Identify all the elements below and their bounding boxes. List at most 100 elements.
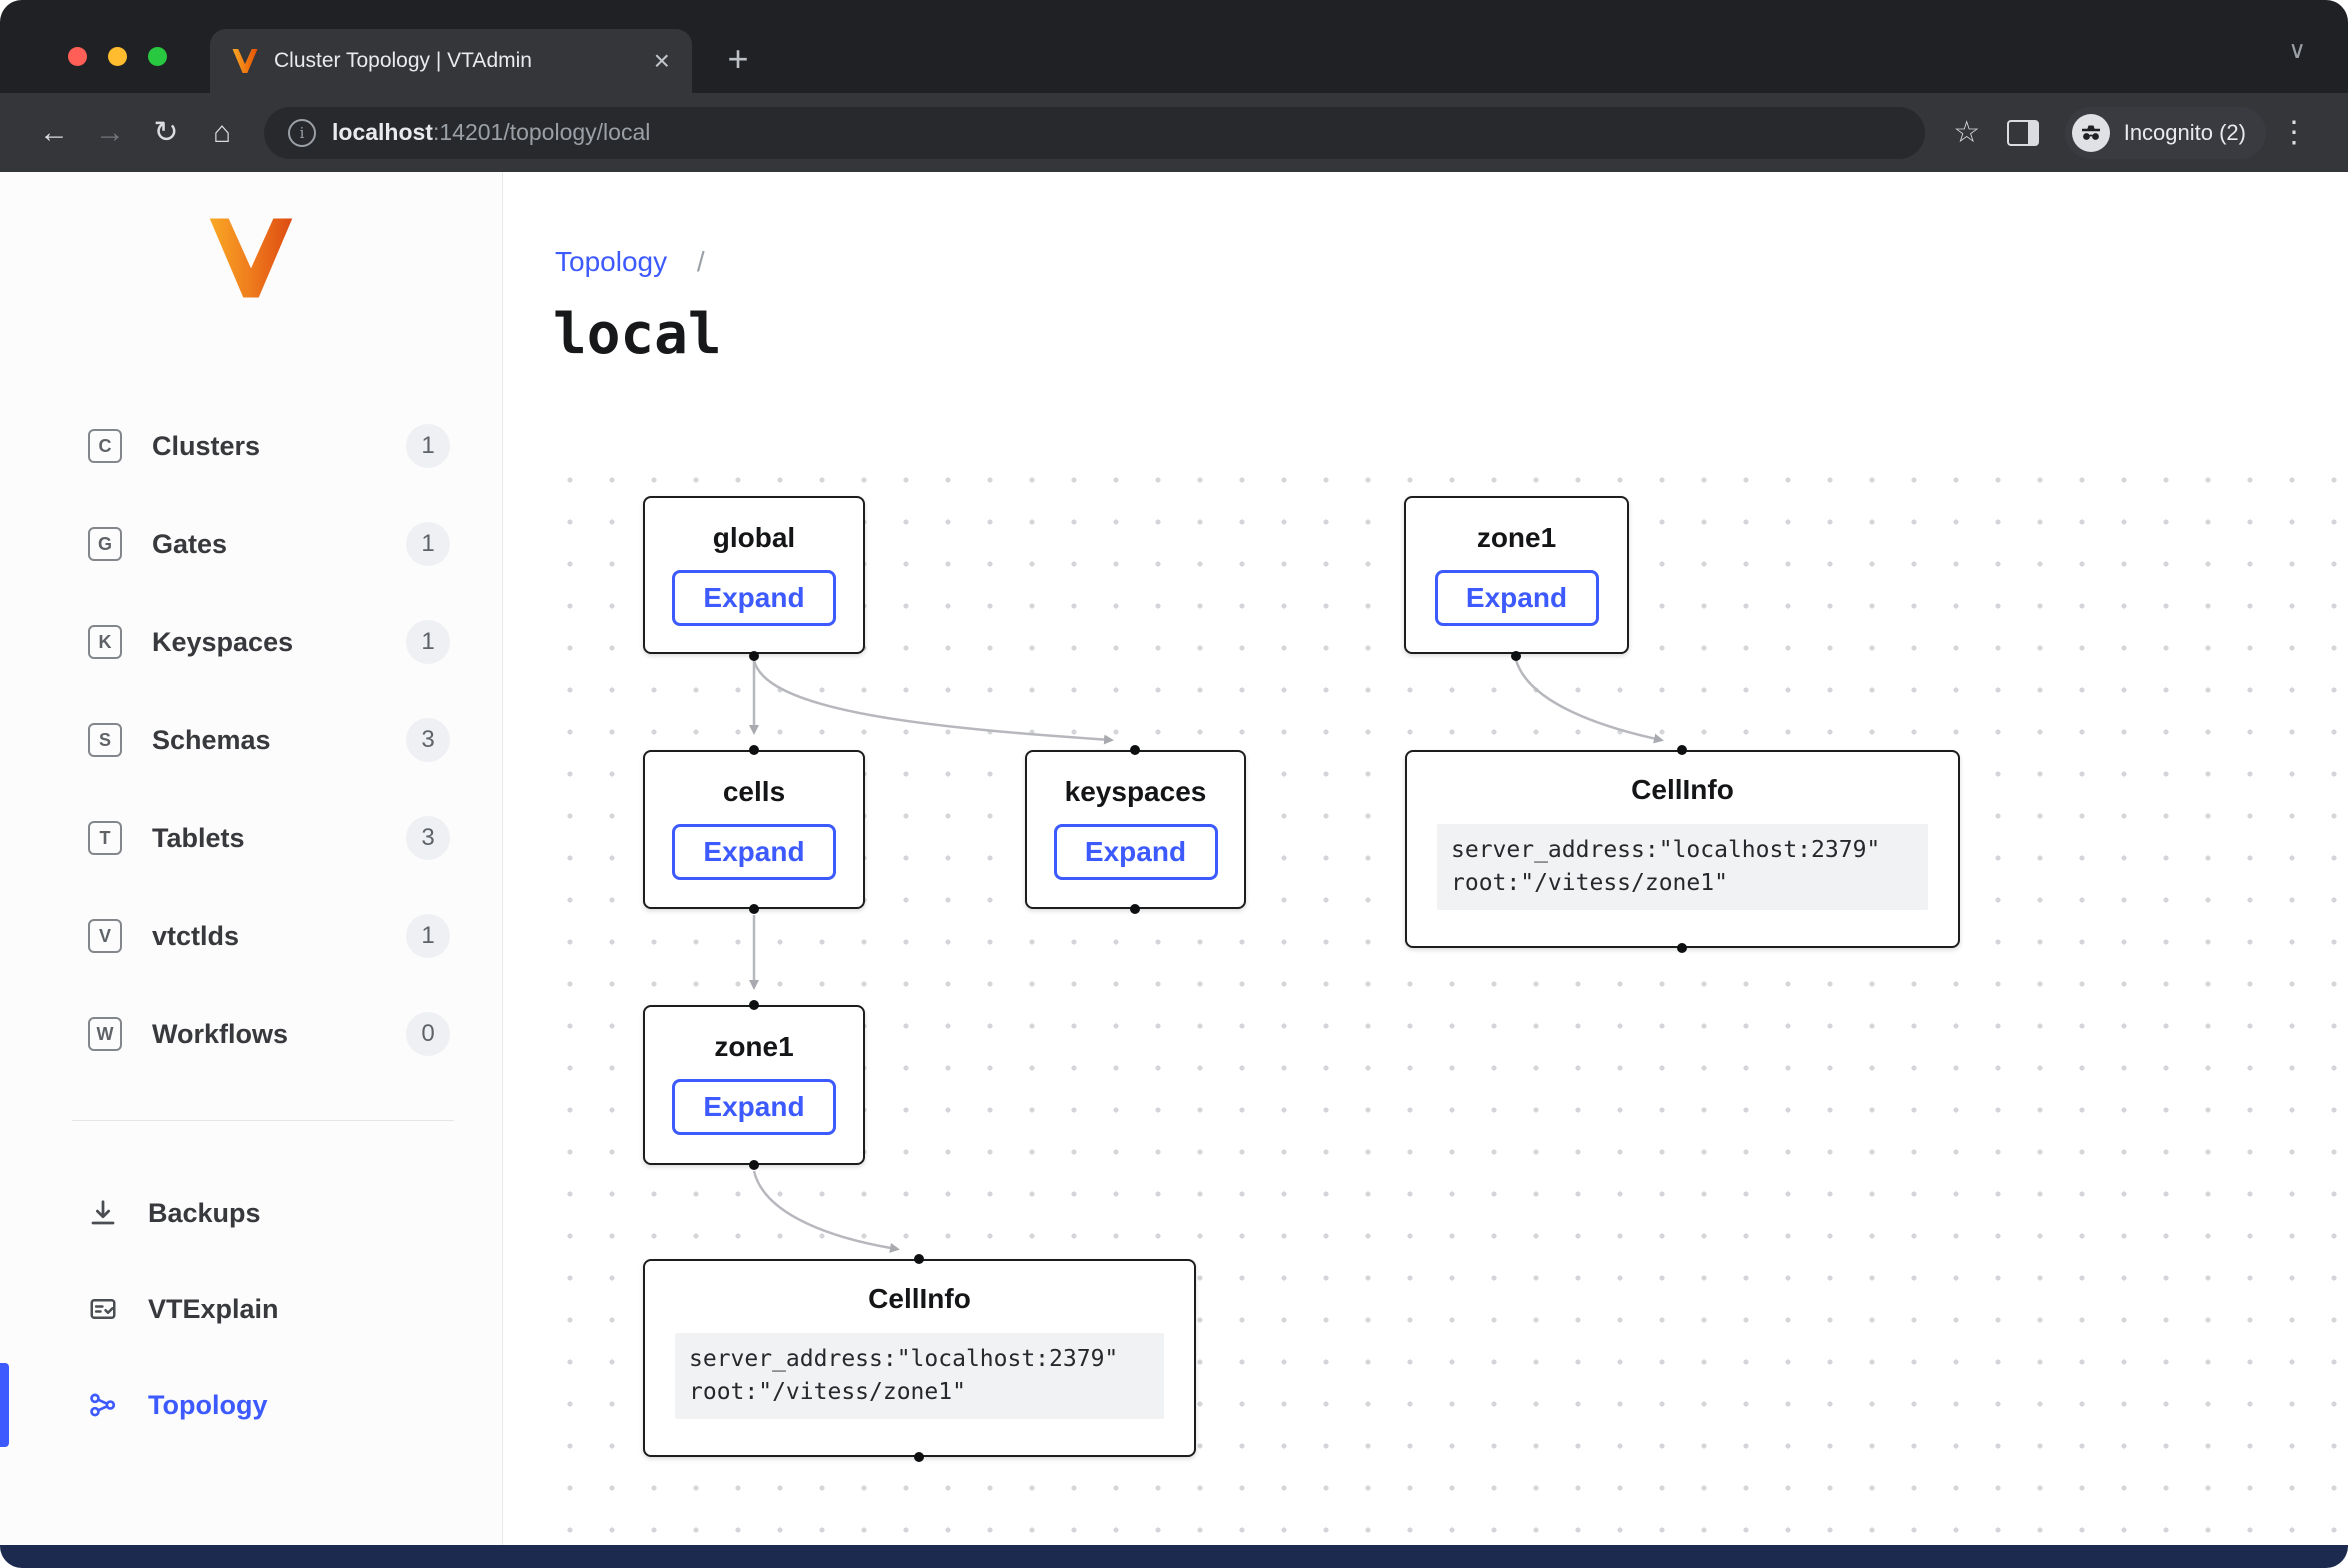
breadcrumb-separator: / xyxy=(697,246,705,277)
node-title: keyspaces xyxy=(1027,776,1244,808)
code-line: root:"/vitess/zone1" xyxy=(689,1379,966,1405)
node-title: zone1 xyxy=(645,1031,863,1063)
sidebar-item-label: Clusters xyxy=(152,431,260,462)
sidebar-divider xyxy=(72,1120,454,1121)
node-cells: cells Expand xyxy=(643,750,865,909)
count-badge: 0 xyxy=(406,1012,450,1056)
site-info-icon[interactable]: i xyxy=(288,119,316,147)
tab-strip: Cluster Topology | VTAdmin × + ∨ xyxy=(0,0,2348,93)
close-window-button[interactable] xyxy=(68,47,87,66)
tab-list-chevron-icon[interactable]: ∨ xyxy=(2288,36,2306,65)
sidebar-item-workflows[interactable]: W Workflows 0 xyxy=(0,985,502,1083)
browser-window: Cluster Topology | VTAdmin × + ∨ ← → ↻ ⌂… xyxy=(0,0,2348,1568)
incognito-icon xyxy=(2072,114,2110,152)
breadcrumb-topology-link[interactable]: Topology xyxy=(555,246,667,277)
sidebar-item-vtctlds[interactable]: V vtctlds 1 xyxy=(0,887,502,985)
expand-button-cells[interactable]: Expand xyxy=(672,824,836,880)
count-badge: 1 xyxy=(406,620,450,664)
expand-button-keyspaces[interactable]: Expand xyxy=(1054,824,1218,880)
sidebar-item-backups[interactable]: Backups xyxy=(0,1165,502,1261)
sidebar-item-label: Keyspaces xyxy=(152,627,293,658)
sidebar-item-label: Workflows xyxy=(152,1019,288,1050)
cellinfo-code: server_address:"localhost:2379" root:"/vi… xyxy=(1437,824,1928,910)
node-global: global Expand xyxy=(643,496,865,654)
tab-title: Cluster Topology | VTAdmin xyxy=(274,49,650,73)
node-title: cells xyxy=(645,776,863,808)
side-panel-icon[interactable] xyxy=(1995,105,2051,161)
url-host: localhost xyxy=(332,119,433,145)
reload-icon[interactable]: ↻ xyxy=(138,105,194,161)
incognito-badge[interactable]: Incognito (2) xyxy=(2065,107,2266,159)
bookmark-star-icon[interactable]: ☆ xyxy=(1939,105,1995,161)
code-line: server_address:"localhost:2379" xyxy=(1451,837,1880,863)
vitess-logo xyxy=(208,216,294,300)
zoom-window-button[interactable] xyxy=(148,47,167,66)
expand-button-zone1-bottom[interactable]: Expand xyxy=(672,1079,836,1135)
node-cellinfo-bottom: CellInfo server_address:"localhost:2379"… xyxy=(643,1259,1196,1457)
clusters-icon: C xyxy=(88,429,122,463)
sidebar-item-label: Tablets xyxy=(152,823,245,854)
cellinfo-code: server_address:"localhost:2379"root:"/vi… xyxy=(675,1333,1164,1419)
minimize-window-button[interactable] xyxy=(108,47,127,66)
sidebar-item-label: Backups xyxy=(148,1198,261,1229)
download-icon xyxy=(86,1196,120,1230)
topology-icon xyxy=(86,1388,120,1422)
url-text: localhost:14201/topology/local xyxy=(332,119,650,146)
node-cellinfo-right: CellInfo server_address:"localhost:2379"… xyxy=(1405,750,1960,948)
url-path: :14201/topology/local xyxy=(433,119,650,145)
node-title: zone1 xyxy=(1406,522,1627,554)
sidebar-item-vtexplain[interactable]: VTExplain xyxy=(0,1261,502,1357)
main-content: Topology / local global Expand zone1 Exp… xyxy=(503,172,2348,1545)
node-zone1-bottom: zone1 Expand xyxy=(643,1005,865,1165)
browser-menu-icon[interactable]: ⋮ xyxy=(2266,105,2322,161)
sidebar-item-gates[interactable]: G Gates 1 xyxy=(0,495,502,593)
home-icon[interactable]: ⌂ xyxy=(194,105,250,161)
window-controls[interactable] xyxy=(68,47,167,66)
forward-icon[interactable]: → xyxy=(82,105,138,161)
count-badge: 3 xyxy=(406,718,450,762)
side-panel-glyph xyxy=(2007,120,2039,146)
sidebar-item-topology[interactable]: Topology xyxy=(0,1357,502,1453)
node-title: CellInfo xyxy=(645,1283,1194,1315)
code-line: root:"/vitess/zone1" xyxy=(1451,870,1728,896)
sidebar-item-schemas[interactable]: S Schemas 3 xyxy=(0,691,502,789)
count-badge: 1 xyxy=(406,914,450,958)
breadcrumb: Topology / xyxy=(555,246,705,278)
url-bar[interactable]: i localhost:14201/topology/local xyxy=(264,107,1925,159)
count-badge: 3 xyxy=(406,816,450,860)
sidebar-item-tablets[interactable]: T Tablets 3 xyxy=(0,789,502,887)
sidebar: C Clusters 1 G Gates 1 K Keyspaces 1 S S… xyxy=(0,172,503,1545)
node-zone1-top: zone1 Expand xyxy=(1404,496,1629,654)
browser-toolbar: ← → ↻ ⌂ i localhost:14201/topology/local… xyxy=(0,93,2348,172)
expand-button-global[interactable]: Expand xyxy=(672,570,836,626)
count-badge: 1 xyxy=(406,424,450,468)
vtexplain-icon xyxy=(86,1292,120,1326)
sidebar-item-label: Schemas xyxy=(152,725,271,756)
close-tab-icon[interactable]: × xyxy=(650,47,674,75)
sidebar-item-clusters[interactable]: C Clusters 1 xyxy=(0,397,502,495)
sidebar-item-keyspaces[interactable]: K Keyspaces 1 xyxy=(0,593,502,691)
primary-nav: C Clusters 1 G Gates 1 K Keyspaces 1 S S… xyxy=(0,397,502,1083)
page-footer xyxy=(0,1545,2348,1568)
gates-icon: G xyxy=(88,527,122,561)
active-indicator xyxy=(0,1363,9,1447)
count-badge: 1 xyxy=(406,522,450,566)
node-keyspaces: keyspaces Expand xyxy=(1025,750,1246,909)
secondary-nav: Backups VTExplain Topology xyxy=(0,1165,502,1453)
schemas-icon: S xyxy=(88,723,122,757)
back-icon[interactable]: ← xyxy=(26,105,82,161)
keyspaces-icon: K xyxy=(88,625,122,659)
vtadmin-app: C Clusters 1 G Gates 1 K Keyspaces 1 S S… xyxy=(0,172,2348,1545)
vitess-favicon xyxy=(232,48,258,74)
new-tab-button[interactable]: + xyxy=(716,37,760,81)
expand-button-zone1-top[interactable]: Expand xyxy=(1435,570,1599,626)
tablets-icon: T xyxy=(88,821,122,855)
browser-tab[interactable]: Cluster Topology | VTAdmin × xyxy=(210,29,692,93)
sidebar-item-label: VTExplain xyxy=(148,1294,279,1325)
sidebar-item-label: Topology xyxy=(148,1390,267,1421)
workflows-icon: W xyxy=(88,1017,122,1051)
sidebar-item-label: vtctlds xyxy=(152,921,239,952)
node-title: CellInfo xyxy=(1407,774,1958,806)
page-title: local xyxy=(553,302,722,367)
incognito-label: Incognito (2) xyxy=(2124,120,2246,146)
